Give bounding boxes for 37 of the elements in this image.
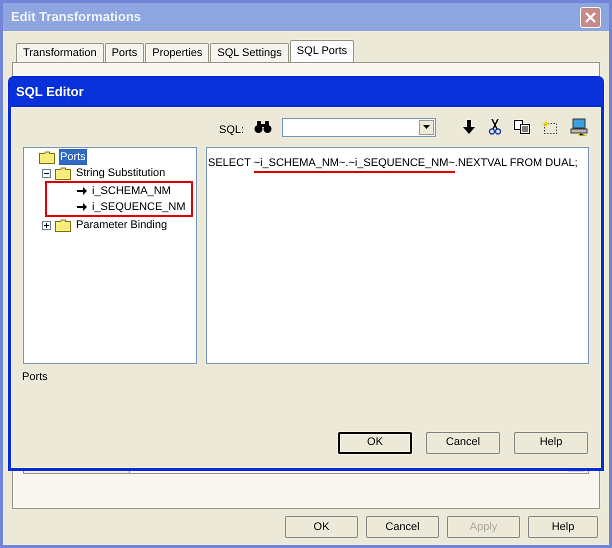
tree-item[interactable]: i_SCHEMA_NM: [91, 182, 172, 200]
tree-item[interactable]: i_SEQUENCE_NM: [91, 198, 187, 216]
arrow-down-icon[interactable]: [462, 120, 476, 134]
folder-icon: [55, 166, 71, 180]
tab[interactable]: Ports: [104, 43, 144, 62]
collapse-toggle[interactable]: [42, 168, 50, 178]
tab[interactable]: Properties: [145, 43, 210, 62]
dialog-title: SQL Editor: [16, 82, 84, 101]
copy-icon[interactable]: [514, 120, 530, 134]
close-icon: [585, 12, 596, 22]
tab[interactable]: Transformation: [16, 43, 104, 62]
computer-icon[interactable]: [570, 118, 588, 136]
tree-item[interactable]: Parameter Binding: [75, 216, 168, 234]
tree-item[interactable]: Ports: [59, 148, 87, 166]
tab[interactable]: SQL Settings: [210, 43, 289, 62]
tab[interactable]: SQL Ports: [290, 40, 354, 62]
dialog-button[interactable]: OK: [338, 432, 412, 454]
dialog-button[interactable]: Help: [514, 432, 588, 454]
dialog-button[interactable]: Cancel: [366, 516, 439, 538]
status-text: Ports: [22, 370, 49, 385]
scissors-icon[interactable]: [488, 119, 502, 135]
close-button[interactable]: [580, 6, 601, 28]
binoculars-icon[interactable]: [254, 120, 272, 134]
expand-toggle[interactable]: [42, 220, 50, 230]
folder-icon: [39, 150, 55, 164]
sql-dropdown[interactable]: [282, 118, 436, 136]
sql-text: SELECT ~i_SCHEMA_NM~.~i_SEQUENCE_NM~.NEXTVAL FROM DUAL;: [208, 157, 578, 173]
dialog-button[interactable]: Cancel: [426, 432, 500, 454]
sql-label: SQL:: [219, 122, 244, 138]
window-title: Edit Transformations: [11, 8, 142, 26]
new-item-icon[interactable]: [542, 120, 558, 134]
caret-icon: [423, 125, 430, 129]
tree-item[interactable]: String Substitution: [75, 164, 166, 182]
dialog-button[interactable]: OK: [285, 516, 358, 538]
folder-icon: [55, 218, 71, 232]
sql-text-area[interactable]: SELECT ~i_SCHEMA_NM~.~i_SEQUENCE_NM~.NEXTVAL FROM DUAL;: [206, 147, 589, 364]
dialog-button[interactable]: Help: [528, 516, 598, 538]
